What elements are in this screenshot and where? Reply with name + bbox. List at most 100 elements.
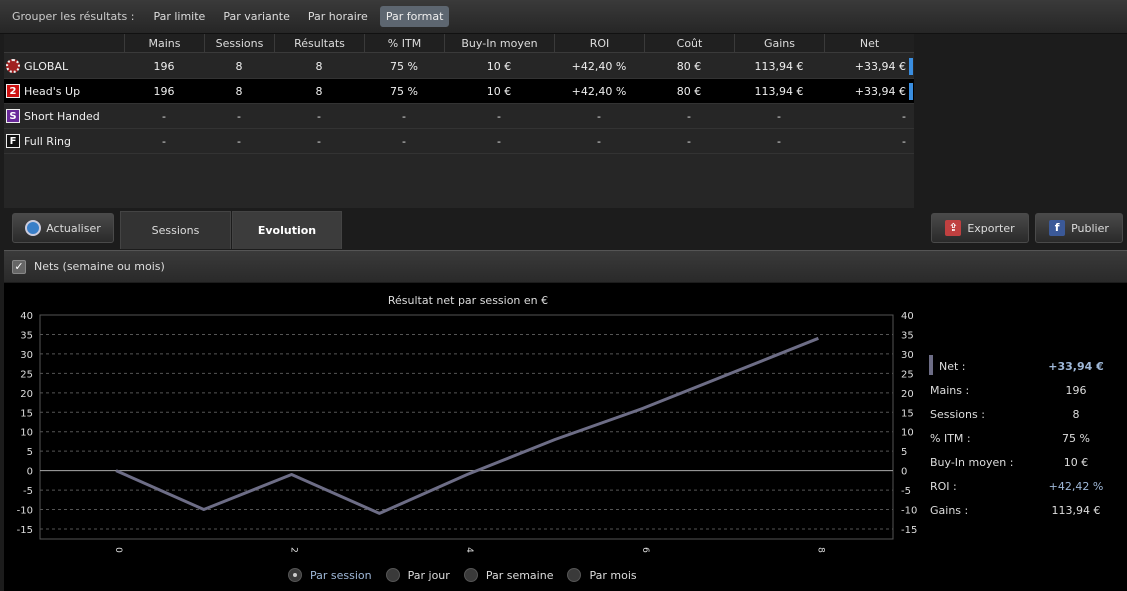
tab-sessions[interactable]: Sessions	[120, 211, 231, 249]
header-net[interactable]: Net	[824, 34, 914, 53]
row-name: GLOBAL	[24, 60, 69, 73]
table-cell: -	[162, 135, 166, 148]
header-mains[interactable]: Mains	[124, 34, 204, 53]
options-strip: ✓ Nets (semaine ou mois)	[4, 250, 1127, 282]
table-cell: 80 €	[676, 60, 702, 73]
publish-button[interactable]: f Publier	[1035, 213, 1123, 243]
stat-value: +42,42 %	[1048, 480, 1104, 493]
net-indicator-bar	[909, 83, 913, 100]
table-cell: -	[402, 135, 406, 148]
group-par-variante[interactable]: Par variante	[217, 6, 296, 27]
radio-par-session[interactable]: Par session	[288, 568, 372, 582]
table-cell: +42,40 %	[571, 60, 627, 73]
stat-value: 8	[1072, 408, 1080, 421]
radio-par-jour[interactable]: Par jour	[385, 568, 450, 582]
table-cell: 10 €	[486, 85, 512, 98]
poker-chip-icon	[6, 59, 20, 73]
tab-sessions-label: Sessions	[151, 224, 200, 237]
group-toolbar: Grouper les résultats : Par limite Par v…	[0, 0, 1127, 34]
group-par-limite[interactable]: Par limite	[147, 6, 211, 27]
results-table: Mains Sessions Résultats % ITM Buy-In mo…	[4, 34, 914, 208]
table-cell: 75 %	[390, 85, 418, 98]
refresh-button[interactable]: Actualiser	[12, 213, 114, 243]
stat-value: 113,94 €	[1051, 504, 1101, 517]
table-cell: 196	[153, 85, 175, 98]
table-cell: 80 €	[676, 85, 702, 98]
table-cell: -	[237, 135, 241, 148]
stat-row: Mains : 196	[926, 384, 1116, 408]
radio-par-mois[interactable]: Par mois	[567, 568, 637, 582]
period-radio-group: Par session Par jour Par semaine Par moi…	[288, 568, 651, 582]
net-indicator-bar	[909, 58, 913, 75]
stat-row: Sessions : 8	[926, 408, 1116, 432]
radio-par-semaine[interactable]: Par semaine	[463, 568, 554, 582]
table-cell: 8	[235, 60, 243, 73]
export-label: Exporter	[967, 221, 1015, 235]
stat-row: % ITM : 75 %	[926, 432, 1116, 456]
header-roi[interactable]: ROI	[554, 34, 644, 53]
tab-evolution-label: Evolution	[257, 224, 317, 237]
table-row[interactable]: 2 Head's Up 196 8 8 75 % 10 € +42,40 % 80 € 113,9…	[4, 79, 914, 104]
radio-dot	[463, 568, 478, 582]
tab-evolution[interactable]: Evolution	[232, 211, 342, 249]
nets-checkbox-label: Nets (semaine ou mois)	[34, 260, 165, 273]
radio-label: Par semaine	[485, 568, 554, 582]
radio-dot	[385, 568, 400, 582]
table-cell: 10 €	[486, 60, 512, 73]
table-cell: -	[902, 110, 906, 123]
header-gains[interactable]: Gains	[734, 34, 824, 53]
table-cell: 8	[315, 60, 323, 73]
row-name: Full Ring	[24, 135, 71, 148]
table-cell: -	[402, 110, 406, 123]
stat-row: Buy-In moyen : 10 €	[926, 456, 1116, 480]
table-cell: -	[497, 110, 501, 123]
table-cell: -	[687, 110, 691, 123]
stat-row: ROI : +42,42 %	[926, 480, 1116, 504]
refresh-icon	[25, 220, 42, 236]
stat-label: ROI :	[930, 480, 957, 493]
table-header: Mains Sessions Résultats % ITM Buy-In mo…	[4, 34, 914, 53]
table-cell: 113,94 €	[754, 60, 804, 73]
header-cout[interactable]: Coût	[644, 34, 734, 53]
header-sessions[interactable]: Sessions	[204, 34, 274, 53]
publish-label: Publier	[1071, 221, 1109, 235]
table-cell: -	[777, 110, 781, 123]
table-cell: -	[597, 110, 601, 123]
table-cell: -	[497, 135, 501, 148]
header-itm[interactable]: % ITM	[364, 34, 444, 53]
table-cell: +42,40 %	[571, 85, 627, 98]
header-resultats[interactable]: Résultats	[274, 34, 364, 53]
stat-row: Gains : 113,94 €	[926, 504, 1116, 528]
row-name: Short Handed	[24, 110, 100, 123]
radio-label: Par mois	[589, 568, 637, 582]
number-2-icon: 2	[6, 84, 20, 98]
table-cell: -	[317, 110, 321, 123]
table-cell: -	[597, 135, 601, 148]
letter-s-icon: S	[6, 109, 20, 123]
group-par-horaire[interactable]: Par horaire	[302, 6, 374, 27]
export-button[interactable]: ⇪ Exporter	[931, 213, 1029, 243]
table-cell: -	[162, 110, 166, 123]
stat-value: +33,94 €	[1048, 360, 1104, 373]
stat-value: 196	[1065, 384, 1087, 397]
stat-label: Gains :	[930, 504, 969, 517]
table-cell: -	[777, 135, 781, 148]
stat-label: % ITM :	[930, 432, 971, 445]
radio-label: Par session	[310, 568, 372, 582]
stat-label: Net :	[939, 360, 966, 373]
group-par-format[interactable]: Par format	[379, 6, 450, 27]
table-cell: 113,94 €	[754, 85, 804, 98]
header-buyin[interactable]: Buy-In moyen	[444, 34, 554, 53]
facebook-icon: f	[1049, 220, 1066, 236]
table-row[interactable]: GLOBAL 196 8 8 75 % 10 € +42,40 % 80 € 113,94 € +…	[4, 54, 914, 79]
table-cell: -	[317, 135, 321, 148]
stat-value: 75 %	[1062, 432, 1090, 445]
nets-checkbox[interactable]: ✓	[12, 259, 26, 274]
table-row[interactable]: F Full Ring - - - - - - - - -	[4, 129, 914, 154]
row-name: Head's Up	[24, 85, 81, 98]
table-cell: -	[687, 135, 691, 148]
stat-label: Sessions :	[930, 408, 985, 421]
export-icon: ⇪	[945, 220, 962, 236]
table-row[interactable]: S Short Handed - - - - - - - - -	[4, 104, 914, 129]
table-cell: +33,94 €	[854, 60, 906, 73]
